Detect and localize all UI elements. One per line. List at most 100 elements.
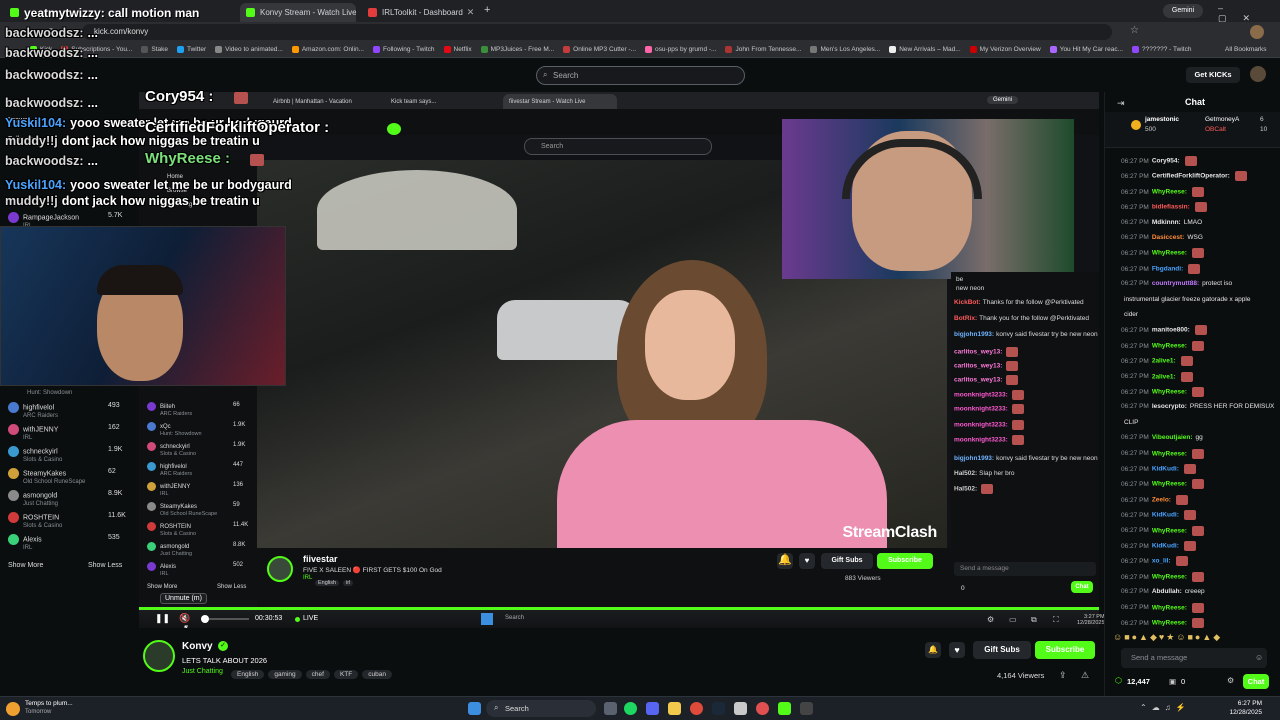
chat-username[interactable]: Dasiccest: <box>1152 234 1185 241</box>
chat-username[interactable]: WhyReese: <box>1152 527 1187 534</box>
emote-bar[interactable]: ☺■●▲◆♥★☺■●▲◆ <box>1113 632 1273 646</box>
follow-heart-icon[interactable]: ♥ <box>949 642 965 658</box>
gemini-button[interactable]: Gemini <box>1163 4 1203 18</box>
task-view-icon[interactable] <box>604 702 617 715</box>
clock-time[interactable]: 6:27 PM <box>1228 700 1262 707</box>
bookmark-item[interactable]: Following - Twitch <box>372 46 435 53</box>
kick-app-icon[interactable] <box>778 702 791 715</box>
get-kicks-button[interactable]: Get KICKs <box>1186 67 1240 83</box>
bookmark-item[interactable]: Stake <box>141 46 168 53</box>
star-icon[interactable]: ☆ <box>1130 25 1139 36</box>
chat-username[interactable]: CertifiedForkliftOperator: <box>1152 173 1230 180</box>
avatar[interactable] <box>143 640 175 672</box>
chat-username[interactable]: xo_lil: <box>1152 558 1171 565</box>
chat-username[interactable]: Abdullah: <box>1152 588 1182 595</box>
notifications-bell-icon[interactable]: 🔔 <box>925 642 941 658</box>
tag-pill[interactable]: chef <box>305 670 330 679</box>
live-label[interactable]: LIVE <box>303 615 318 622</box>
sidebar-channel[interactable]: ROSHTEIN Slots & Casino 11.6K <box>8 512 126 529</box>
chat-username[interactable]: WhyReese: <box>1152 450 1187 457</box>
new-tab-button[interactable]: + <box>484 4 490 16</box>
bookmark-item[interactable]: Netflix <box>443 46 472 53</box>
bookmark-item[interactable]: My Verizon Overview <box>969 46 1041 53</box>
tab-1[interactable]: yeatmytwizzy: call motion man <box>4 3 236 22</box>
chat-username[interactable]: Fbgdandi: <box>1152 266 1183 273</box>
bookmark-item[interactable]: ??????? - Twitch <box>1132 46 1191 53</box>
sidebar-channel[interactable]: schneckyirl Slots & Casino 1.9K <box>8 446 122 463</box>
spotify-icon[interactable] <box>624 702 637 715</box>
sidebar-channel[interactable]: asmongold Just Chatting 8.9K <box>8 490 122 507</box>
chat-username[interactable]: 2alive1: <box>1152 358 1176 365</box>
chat-username[interactable]: countrymutt88: <box>1152 280 1199 287</box>
bookmark-item[interactable]: Online MP3 Cutter -... <box>563 46 636 53</box>
show-less-button[interactable]: Show Less <box>88 562 122 569</box>
send-chat-button[interactable]: Chat <box>1243 674 1269 689</box>
bookmark-item[interactable]: You Hit My Car reac... <box>1049 46 1123 53</box>
bookmark-item[interactable]: Men's Los Angeles... <box>810 46 880 53</box>
chat-username[interactable]: Zeelo: <box>1152 497 1171 504</box>
discord-icon[interactable] <box>646 702 659 715</box>
volume-slider-thumb[interactable] <box>201 615 209 623</box>
steam-icon[interactable] <box>712 702 725 715</box>
window-controls[interactable]: –▢✕ <box>1218 3 1280 24</box>
chat-username[interactable]: bidlefiassin: <box>1152 204 1190 211</box>
tag-pill[interactable]: English <box>231 670 265 679</box>
chrome-icon[interactable] <box>690 702 703 715</box>
windows-start-icon[interactable] <box>468 702 481 715</box>
streamer-name[interactable]: Konvy <box>182 641 213 652</box>
emoji-icon[interactable]: ☺ <box>1255 653 1263 662</box>
chat-input[interactable]: Send a message <box>1121 648 1267 668</box>
bookmark-item[interactable]: John From Tennesse... <box>725 46 801 53</box>
subscribe-button[interactable]: Subscribe <box>1035 641 1095 659</box>
fullscreen-icon[interactable]: ⛶ <box>1053 615 1059 625</box>
chat-username[interactable]: Vibeoutjaien: <box>1152 434 1193 441</box>
chat-username[interactable]: WhyReese: <box>1152 574 1187 581</box>
chat-username[interactable]: WhyReese: <box>1152 343 1187 350</box>
app-icon[interactable] <box>734 702 747 715</box>
system-tray-icons[interactable]: ⌃☁♫⚡ <box>1140 703 1191 712</box>
chat-username[interactable]: WhyReese: <box>1152 481 1187 488</box>
settings-icon[interactable]: ⚙ <box>987 615 994 624</box>
sidebar-channel[interactable]: withJENNY IRL 162 <box>8 424 120 441</box>
tag-pill[interactable]: cuban <box>362 670 392 679</box>
pip-icon[interactable]: ⧉ <box>1031 615 1037 625</box>
bookmark-item[interactable]: Video to animated... <box>215 46 283 53</box>
file-explorer-icon[interactable] <box>668 702 681 715</box>
chat-username[interactable]: Mdkinnn: <box>1152 219 1181 226</box>
stream-category[interactable]: Just Chatting <box>182 668 223 675</box>
sidebar-channel[interactable]: highfivelol ARC Raiders 493 <box>8 402 120 419</box>
tag-pill[interactable]: gaming <box>268 670 302 679</box>
clock-date[interactable]: 12/28/2025 <box>1222 709 1262 716</box>
gift-icon[interactable]: ▣ <box>1169 677 1176 686</box>
obs-icon[interactable] <box>756 702 769 715</box>
share-icon[interactable]: ⇪ <box>1059 670 1067 681</box>
chat-username[interactable]: KidKudi: <box>1152 466 1179 473</box>
weather-text[interactable]: Temps to plum... <box>25 700 73 707</box>
taskbar-search[interactable]: Search <box>486 700 596 717</box>
bookmark-item[interactable]: New Arrivals – Mad... <box>889 46 961 53</box>
chat-username[interactable]: 2alive1: <box>1152 373 1176 380</box>
profile-avatar[interactable] <box>1250 25 1264 39</box>
show-more-button[interactable]: Show More <box>8 562 43 569</box>
chat-username[interactable]: WhyReese: <box>1152 250 1187 257</box>
bookmark-item[interactable]: osu-pps by grumd -... <box>645 46 716 53</box>
tab-3[interactable]: IRLToolkit - Dashboard ✕ <box>362 3 478 22</box>
search-input[interactable]: Search <box>536 66 745 85</box>
tag-pill[interactable]: KTF <box>333 670 359 679</box>
sidebar-channel[interactable]: Alexis IRL 535 <box>8 534 120 551</box>
close-tab-icon[interactable]: ✕ <box>463 7 475 18</box>
chat-username[interactable]: WhyReese: <box>1152 189 1187 196</box>
pause-icon[interactable]: ❚❚ <box>155 613 170 624</box>
bookmark-item[interactable]: MP3Juices - Free M... <box>480 46 554 53</box>
chat-username[interactable]: WhyReese: <box>1152 604 1187 611</box>
chat-username[interactable]: KidKudi: <box>1152 512 1179 519</box>
sidebar-channel[interactable]: SteamyKakes Old School RuneScape 62 <box>8 468 116 485</box>
user-avatar[interactable] <box>1250 66 1266 82</box>
tab-2[interactable]: Konvy Stream - Watch Live ✕ <box>240 3 356 22</box>
chat-settings-icon[interactable]: ⚙ <box>1227 676 1234 685</box>
theater-mode-icon[interactable]: ▭ <box>1009 615 1017 624</box>
volume-slider-track[interactable] <box>209 618 249 620</box>
report-icon[interactable]: ⚠ <box>1081 670 1089 681</box>
chat-username[interactable]: KidKudi: <box>1152 543 1179 550</box>
chat-username[interactable]: Cory954: <box>1152 158 1180 165</box>
